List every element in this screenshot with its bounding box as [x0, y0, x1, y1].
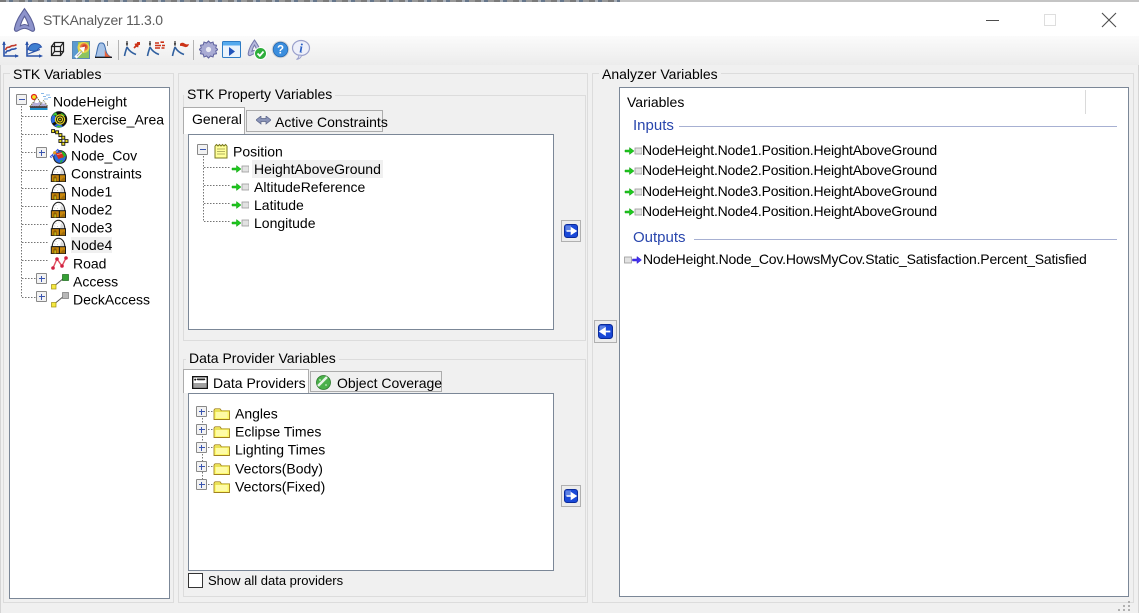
svg-text:i: i — [299, 41, 303, 56]
svg-text:?: ? — [277, 45, 284, 57]
